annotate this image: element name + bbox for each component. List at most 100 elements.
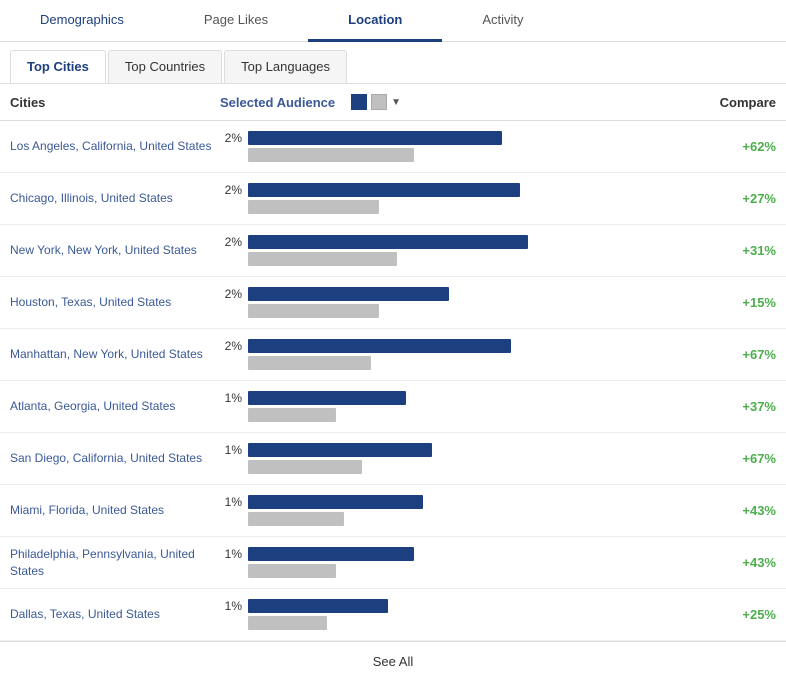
city-name[interactable]: Atlanta, Georgia, United States (10, 398, 220, 415)
gray-bar-container (248, 304, 686, 318)
compare-value: +15% (696, 295, 776, 310)
data-rows-container: Los Angeles, California, United States2%… (0, 121, 786, 641)
blue-bar (248, 183, 520, 197)
gray-bar-row (220, 148, 686, 162)
blue-bar (248, 391, 406, 405)
bar-group: 1% (220, 443, 696, 474)
table-header: Cities Selected Audience ▼ Compare (0, 84, 786, 121)
sub-nav-tab-top-cities[interactable]: Top Cities (10, 50, 106, 83)
bar-group: 1% (220, 391, 696, 422)
gray-bar-row (220, 252, 686, 266)
gray-bar-row (220, 356, 686, 370)
city-name[interactable]: Chicago, Illinois, United States (10, 190, 220, 207)
bar-group: 1% (220, 599, 696, 630)
gray-bar-row (220, 564, 686, 578)
city-name[interactable]: San Diego, California, United States (10, 450, 220, 467)
compare-value: +37% (696, 399, 776, 414)
blue-bar-container (248, 235, 686, 249)
percentage-label: 1% (220, 443, 242, 457)
gray-bar-container (248, 148, 686, 162)
bar-group: 2% (220, 287, 696, 318)
gray-bar-container (248, 460, 686, 474)
gray-bar (248, 200, 379, 214)
percentage-label: 2% (220, 339, 242, 353)
compare-value: +67% (696, 347, 776, 362)
city-name[interactable]: Philadelphia, Pennsylvania, United State… (10, 546, 220, 580)
blue-bar-container (248, 183, 686, 197)
gray-bar (248, 564, 336, 578)
gray-bar (248, 460, 362, 474)
compare-value: +67% (696, 451, 776, 466)
blue-bar-row: 2% (220, 339, 686, 353)
gray-bar (248, 616, 327, 630)
bar-group: 2% (220, 339, 696, 370)
bar-group: 2% (220, 131, 696, 162)
blue-bar-container (248, 339, 686, 353)
city-name[interactable]: Houston, Texas, United States (10, 294, 220, 311)
percentage-label: 2% (220, 235, 242, 249)
blue-bar-row: 2% (220, 183, 686, 197)
gray-bar-container (248, 356, 686, 370)
percentage-label: 1% (220, 547, 242, 561)
blue-bar-container (248, 131, 686, 145)
blue-bar-container (248, 495, 686, 509)
percentage-label: 2% (220, 287, 242, 301)
top-nav-tab-location[interactable]: Location (308, 0, 442, 42)
city-name[interactable]: Manhattan, New York, United States (10, 346, 220, 363)
gray-bar-container (248, 252, 686, 266)
gray-bar-container (248, 200, 686, 214)
gray-bar (248, 252, 397, 266)
top-nav-tab-demographics[interactable]: Demographics (0, 0, 164, 42)
blue-bar (248, 495, 423, 509)
table-row: Chicago, Illinois, United States2%+27% (0, 173, 786, 225)
percentage-label: 1% (220, 391, 242, 405)
compare-value: +43% (696, 555, 776, 570)
city-name[interactable]: New York, New York, United States (10, 242, 220, 259)
top-nav-tab-page-likes[interactable]: Page Likes (164, 0, 308, 42)
blue-bar (248, 599, 388, 613)
gray-bar-row (220, 408, 686, 422)
table-row: Manhattan, New York, United States2% +67% (0, 329, 786, 381)
sub-nav-tab-top-languages[interactable]: Top Languages (224, 50, 347, 83)
gray-bar (248, 304, 379, 318)
gray-bar (248, 408, 336, 422)
blue-bar-row: 1% (220, 443, 686, 457)
gray-bar-row (220, 460, 686, 474)
compare-value: +25% (696, 607, 776, 622)
percentage-label: 2% (220, 183, 242, 197)
blue-bar (248, 443, 432, 457)
percentage-label: 1% (220, 599, 242, 613)
blue-bar (248, 131, 502, 145)
blue-bar-container (248, 391, 686, 405)
city-name[interactable]: Dallas, Texas, United States (10, 606, 220, 623)
see-all-button[interactable]: See All (0, 641, 786, 681)
blue-bar-row: 2% (220, 287, 686, 301)
table-row: Los Angeles, California, United States2%… (0, 121, 786, 173)
sub-nav-tab-top-countries[interactable]: Top Countries (108, 50, 222, 83)
audience-column-header: Selected Audience ▼ (220, 94, 696, 110)
gray-bar-row (220, 304, 686, 318)
city-name[interactable]: Miami, Florida, United States (10, 502, 220, 519)
blue-bar-row: 2% (220, 235, 686, 249)
table-row: Atlanta, Georgia, United States1% +37% (0, 381, 786, 433)
gray-bar-container (248, 564, 686, 578)
percentage-label: 1% (220, 495, 242, 509)
gray-bar (248, 148, 414, 162)
blue-bar-container (248, 287, 686, 301)
city-name[interactable]: Los Angeles, California, United States (10, 138, 220, 155)
table-row: Dallas, Texas, United States1% +25% (0, 589, 786, 641)
audience-label: Selected Audience (220, 95, 335, 110)
gray-bar (248, 512, 344, 526)
gray-bar-container (248, 616, 686, 630)
gray-bar-row (220, 616, 686, 630)
blue-bar-row: 1% (220, 391, 686, 405)
blue-bar (248, 287, 449, 301)
top-nav-tab-activity[interactable]: Activity (442, 0, 563, 42)
compare-value: +43% (696, 503, 776, 518)
legend-dropdown[interactable]: ▼ (391, 97, 401, 108)
gray-bar-container (248, 408, 686, 422)
blue-bar (248, 339, 511, 353)
blue-bar-row: 1% (220, 599, 686, 613)
bar-group: 1% (220, 547, 696, 578)
compare-value: +62% (696, 139, 776, 154)
